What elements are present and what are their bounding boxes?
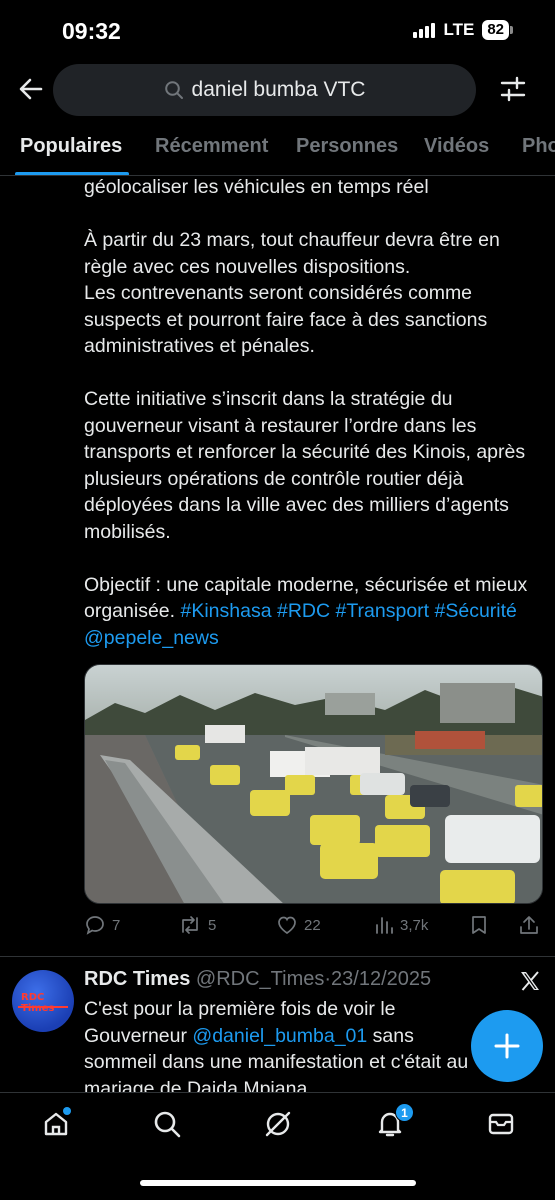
tweet-paragraph-2b: Les contrevenants seront considérés comm… — [84, 282, 488, 357]
battery-icon: 82 — [482, 20, 513, 40]
views-button[interactable]: 3,7k — [374, 914, 428, 936]
tweet-divider — [0, 956, 555, 957]
status-bar: 09:32 LTE 82 — [0, 0, 555, 60]
status-indicators: LTE 82 — [413, 20, 513, 40]
reply-button[interactable]: 7 — [84, 914, 120, 936]
avatar-logo-text: RDC Times — [21, 992, 55, 1014]
tweet-date: 23/12/2025 — [331, 968, 432, 990]
home-indicator — [140, 1180, 416, 1186]
views-icon — [376, 917, 393, 934]
back-arrow-icon[interactable] — [16, 74, 46, 104]
x-logo-icon — [519, 970, 541, 992]
search-query: daniel bumba VTC — [191, 78, 366, 101]
heart-icon — [278, 916, 296, 935]
tweet-media-image[interactable] — [84, 664, 543, 904]
status-time: 09:32 — [62, 18, 121, 44]
nav-search[interactable] — [152, 1109, 182, 1139]
repost-icon — [182, 916, 198, 934]
tweet-text: géolocaliser les véhicules en temps réel… — [84, 174, 539, 651]
hashtag-transport[interactable]: #Transport — [336, 600, 430, 622]
tweet2-text: C'est pour la première fois de voir le G… — [84, 996, 484, 1094]
nav-messages[interactable] — [486, 1109, 516, 1139]
search-icon — [164, 81, 183, 99]
compose-button[interactable] — [471, 1010, 543, 1082]
signal-icon — [413, 22, 436, 38]
home-badge-dot — [63, 1107, 71, 1115]
tab-videos[interactable]: Vidéos — [424, 135, 489, 158]
messages-icon — [488, 1113, 514, 1135]
grok-icon — [265, 1111, 291, 1137]
mention-daniel-bumba[interactable]: @daniel_bumba_01 — [192, 1025, 367, 1047]
share-button[interactable] — [518, 914, 540, 936]
like-count: 22 — [304, 916, 321, 934]
search-input[interactable]: daniel bumba VTC — [53, 64, 476, 116]
bookmark-button[interactable] — [470, 914, 488, 936]
tweet-actions: 7 5 22 3,7k — [84, 914, 544, 942]
reply-icon — [86, 916, 104, 935]
tweet-paragraph-3: Cette initiative s’inscrit dans la strat… — [84, 388, 526, 543]
tab-populaires[interactable]: Populaires — [20, 135, 122, 158]
author-handle[interactable]: @RDC_Times — [196, 968, 324, 990]
tab-recemment[interactable]: Récemment — [155, 135, 268, 158]
plus-icon — [494, 1033, 520, 1059]
nav-home[interactable] — [41, 1107, 71, 1139]
tweet-paragraph-2a: À partir du 23 mars, tout chauffeur devr… — [84, 229, 500, 278]
tweet-paragraph-1: géolocaliser les véhicules en temps réel — [84, 176, 429, 198]
tweet-paragraph-4: Objectif : une capitale moderne, sécuris… — [84, 572, 539, 652]
nav-grok[interactable] — [263, 1109, 293, 1139]
tab-personnes[interactable]: Personnes — [296, 135, 398, 158]
tweet2-header: RDC Times @RDC_Times·23/12/2025 — [84, 968, 431, 991]
avatar[interactable]: RDC Times — [12, 970, 74, 1032]
filter-settings-icon[interactable] — [499, 75, 527, 103]
view-count: 3,7k — [400, 916, 429, 934]
bookmark-icon — [472, 916, 486, 934]
author-name[interactable]: RDC Times — [84, 968, 190, 990]
mention-pepele-news[interactable]: @pepele_news — [84, 627, 219, 649]
network-type: LTE — [443, 20, 475, 39]
like-button[interactable]: 22 — [276, 914, 321, 936]
repost-count: 5 — [208, 916, 217, 934]
reply-count: 7 — [112, 916, 121, 934]
search-icon — [154, 1111, 181, 1138]
tweet-paragraph-2: À partir du 23 mars, tout chauffeur devr… — [84, 227, 539, 360]
repost-button[interactable]: 5 — [178, 914, 216, 936]
hashtag-kinshasa[interactable]: #Kinshasa — [181, 600, 272, 622]
notifications-badge: 1 — [395, 1103, 414, 1122]
share-icon — [520, 916, 538, 934]
hashtag-securite[interactable]: #Sécurité — [435, 600, 517, 622]
tab-photos[interactable]: Photos — [522, 135, 555, 158]
hashtag-rdc[interactable]: #RDC — [277, 600, 330, 622]
battery-level: 82 — [482, 20, 509, 40]
nav-notifications[interactable]: 1 — [375, 1103, 414, 1139]
search-tabs: Populaires Récemment Personnes Vidéos Ph… — [0, 128, 555, 176]
